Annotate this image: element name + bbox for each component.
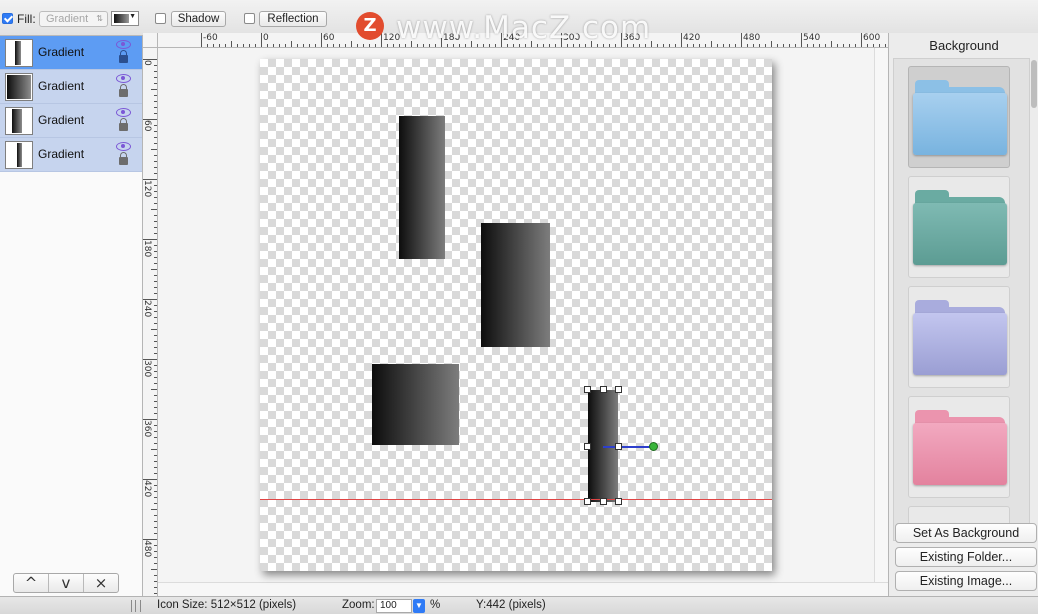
ruler-label: 180 bbox=[143, 240, 152, 258]
eye-icon[interactable] bbox=[116, 108, 131, 117]
layers-panel: Gradient Gradient Gradient Gradient ^ v … bbox=[0, 36, 143, 596]
ruler-label: 240 bbox=[143, 300, 152, 318]
ruler-label: 120 bbox=[143, 180, 152, 198]
ruler-label: 0 bbox=[143, 60, 152, 66]
ruler-label: 360 bbox=[143, 420, 152, 438]
zoom-unit: % bbox=[430, 599, 441, 611]
move-up-button[interactable]: ^ bbox=[14, 574, 49, 592]
gradient-shape[interactable] bbox=[399, 116, 445, 259]
layer-row[interactable]: Gradient bbox=[0, 36, 142, 70]
zoom-stepper[interactable]: ▼ bbox=[413, 599, 425, 613]
layer-thumbnail bbox=[5, 141, 33, 169]
ruler-label: 480 bbox=[743, 33, 761, 43]
background-item[interactable] bbox=[908, 286, 1010, 388]
fill-type-value: Gradient bbox=[46, 13, 89, 25]
status-bar: Icon Size: 512×512 (pixels) Zoom: 100 ▼ … bbox=[0, 596, 1038, 614]
shadow-button[interactable]: Shadow bbox=[171, 11, 226, 27]
chevron-down-icon: ▼ bbox=[129, 13, 136, 20]
ruler-label: 60 bbox=[143, 120, 152, 132]
fill-label: Fill: bbox=[17, 12, 36, 26]
reflection-button[interactable]: Reflection bbox=[259, 11, 327, 27]
close-icon: × bbox=[94, 574, 108, 592]
delete-layer-button[interactable]: × bbox=[84, 574, 118, 592]
set-as-background-button[interactable]: Set As Background bbox=[895, 523, 1037, 543]
layer-name: Gradient bbox=[38, 45, 85, 59]
ruler-label: 480 bbox=[143, 540, 152, 558]
chevron-down-icon: ▼ bbox=[415, 601, 423, 610]
watermark-logo: Z bbox=[356, 12, 384, 40]
gradient-direction-line[interactable] bbox=[603, 446, 653, 448]
chevron-up-icon: ^ bbox=[24, 574, 38, 592]
layer-name: Gradient bbox=[38, 113, 85, 127]
fill-gradient-swatch[interactable]: ▼ bbox=[111, 11, 139, 26]
layer-name: Gradient bbox=[38, 79, 85, 93]
ruler-label: -60 bbox=[203, 33, 218, 43]
resize-handle[interactable] bbox=[615, 498, 622, 505]
eye-icon[interactable] bbox=[116, 40, 131, 49]
watermark-text: www.MacZ.com bbox=[396, 10, 652, 46]
eye-icon[interactable] bbox=[116, 142, 131, 151]
layer-row[interactable]: Gradient bbox=[0, 104, 142, 138]
fill-checkbox[interactable] bbox=[2, 13, 13, 24]
layer-row[interactable]: Gradient bbox=[0, 138, 142, 172]
background-item[interactable] bbox=[908, 396, 1010, 498]
lock-icon[interactable] bbox=[119, 50, 128, 63]
updown-arrows-icon: ⇅ bbox=[96, 14, 103, 23]
layer-name: Gradient bbox=[38, 147, 85, 161]
layer-thumbnail bbox=[5, 39, 33, 67]
background-item[interactable] bbox=[908, 176, 1010, 278]
lock-icon[interactable] bbox=[119, 152, 128, 165]
background-list-scrollbar[interactable] bbox=[1030, 58, 1038, 541]
gradient-shape[interactable] bbox=[372, 364, 459, 445]
layer-thumbnail bbox=[5, 73, 33, 101]
background-panel: Background Set As Background Existing Fo… bbox=[888, 33, 1038, 596]
watermark: Z www.MacZ.com bbox=[356, 8, 696, 46]
fill-type-select[interactable]: Gradient ⇅ bbox=[39, 11, 108, 27]
eye-icon[interactable] bbox=[116, 74, 131, 83]
y-coordinate-readout: Y:442 (pixels) bbox=[476, 599, 546, 611]
horizontal-scrollbar[interactable] bbox=[158, 582, 888, 596]
resize-handle[interactable] bbox=[600, 498, 607, 505]
ruler-label: 60 bbox=[323, 33, 335, 43]
lock-icon[interactable] bbox=[119, 84, 128, 97]
ruler-corner bbox=[143, 33, 158, 48]
zoom-input[interactable]: 100 bbox=[376, 599, 412, 613]
move-down-button[interactable]: v bbox=[49, 574, 84, 592]
gradient-end-handle[interactable] bbox=[649, 442, 658, 451]
ruler-label: 300 bbox=[143, 360, 152, 378]
vertical-ruler: 0 60 120 180 240 300 360 420 480 bbox=[143, 48, 158, 596]
gradient-preview bbox=[114, 14, 129, 23]
ruler-label: 420 bbox=[143, 480, 152, 498]
gradient-shape[interactable] bbox=[481, 223, 550, 347]
layer-row[interactable]: Gradient bbox=[0, 70, 142, 104]
icon-size-readout: Icon Size: 512×512 (pixels) bbox=[157, 599, 297, 611]
layer-thumbnail bbox=[5, 107, 33, 135]
image-canvas[interactable] bbox=[260, 59, 772, 571]
resize-handle[interactable] bbox=[584, 498, 591, 505]
reflection-checkbox[interactable] bbox=[244, 13, 255, 24]
layer-actions: ^ v × bbox=[13, 573, 119, 593]
existing-folder-button[interactable]: Existing Folder... bbox=[895, 547, 1037, 567]
resize-handle[interactable] bbox=[584, 443, 591, 450]
background-item[interactable] bbox=[908, 66, 1010, 168]
resize-handle[interactable] bbox=[600, 386, 607, 393]
ruler-label: 540 bbox=[803, 33, 821, 43]
guide-line[interactable] bbox=[260, 499, 772, 500]
chevron-down-icon: v bbox=[61, 574, 71, 592]
ruler-label: 600 bbox=[863, 33, 881, 43]
vertical-scrollbar[interactable] bbox=[874, 48, 888, 596]
lock-icon[interactable] bbox=[119, 118, 128, 131]
ruler-label: 0 bbox=[263, 33, 269, 43]
existing-image-button[interactable]: Existing Image... bbox=[895, 571, 1037, 591]
split-grip-icon[interactable] bbox=[131, 600, 141, 612]
resize-handle[interactable] bbox=[615, 386, 622, 393]
panel-title: Background bbox=[929, 38, 999, 53]
background-list[interactable] bbox=[893, 58, 1030, 541]
gradient-start-handle[interactable] bbox=[615, 443, 622, 450]
scroll-thumb[interactable] bbox=[1031, 60, 1037, 108]
zoom-label: Zoom: bbox=[342, 599, 375, 611]
resize-handle[interactable] bbox=[584, 386, 591, 393]
shadow-checkbox[interactable] bbox=[155, 13, 166, 24]
